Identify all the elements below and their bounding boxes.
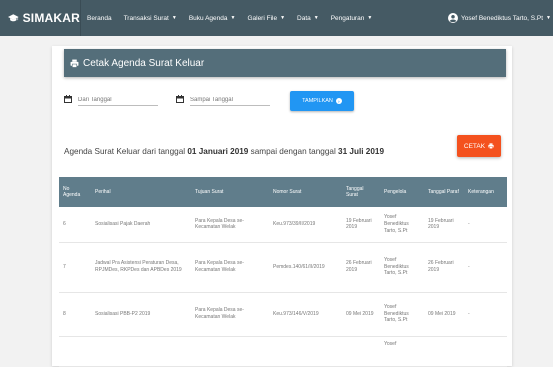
table-cell: 26 Februari 2019 (424, 242, 464, 293)
table-cell: Sosialisasi PBB-P2 2019 (91, 292, 191, 337)
show-button-label: TAMPILKAN (302, 98, 333, 104)
calendar-icon (64, 95, 72, 103)
card-header: Cetak Agenda Surat Keluar (64, 49, 506, 77)
graduation-cap-icon (8, 14, 19, 22)
nav-item-transaksi-surat[interactable]: Transaksi Surat ▼ (124, 15, 177, 22)
print-icon (70, 59, 79, 68)
caret-down-icon: ▼ (171, 15, 177, 21)
user-account-icon (448, 13, 459, 23)
table-row: 6 Sosialisasi Pajak Daerah Para Kepala D… (59, 207, 507, 243)
nav-item-galeri-file[interactable]: Galeri File ▼ (247, 15, 285, 22)
table-cell: 6 (59, 207, 91, 243)
col-header: Nomor Surat (269, 177, 342, 207)
table-cell (191, 336, 269, 367)
table-cell: Para Kepala Desa se-Kecamatan Welak (191, 207, 269, 243)
col-header: No Agenda (59, 177, 91, 207)
calendar-icon (176, 95, 184, 103)
table-cell: 7 (59, 242, 91, 293)
agenda-heading: Agenda Surat Keluar dari tanggal 01 Janu… (64, 147, 384, 156)
nav-menu: Beranda Transaksi Surat ▼ Buku Agenda ▼ Ga… (81, 0, 384, 36)
table-cell: 09 Mei 2019 (342, 292, 380, 337)
table-cell: 19 Februari 2019 (424, 207, 464, 243)
show-button[interactable]: TAMPILKAN › (290, 91, 354, 111)
col-header: Tanggal Paraf (424, 177, 464, 207)
user-name: Yosef Benediktus Tarto, S.Pt (461, 14, 544, 22)
table-cell: 8 (59, 292, 91, 337)
caret-down-icon: ▼ (230, 15, 236, 21)
col-header: Tujuan Surat (191, 177, 269, 207)
print-button-label: CETAK (463, 142, 486, 150)
user-menu[interactable]: Yosef Benediktus Tarto, S.Pt ▼ (448, 0, 551, 36)
table-row: 7 Jadwal Pra Asistensi Peraturan Desa, R… (59, 242, 507, 293)
print-icon (488, 143, 494, 149)
table-cell: Para Kepala Desa se-Kecamatan Welak (191, 242, 269, 293)
table-cell: Keu.973/39/II/2019 (269, 207, 342, 243)
nav-item-data[interactable]: Data ▼ (297, 15, 319, 22)
print-agenda-card: Cetak Agenda Surat Keluar TAMPILKAN › Ag… (52, 46, 512, 367)
table-row: 8 Sosialisasi PBB-P2 2019 Para Kepala De… (59, 292, 507, 337)
nav-item-label: Beranda (87, 14, 112, 22)
col-header: Pengelola (380, 177, 424, 207)
nav-item-label: Pengaturan (330, 14, 365, 22)
from-date-input[interactable] (78, 97, 158, 106)
from-date-group (64, 95, 158, 106)
nav-item-beranda[interactable]: Beranda (87, 15, 112, 22)
table-cell: 19 Februari 2019 (342, 207, 380, 243)
print-button[interactable]: CETAK (457, 135, 501, 157)
table-header-row: No Agenda Perihal Tujuan Surat Nomor Sur… (59, 177, 507, 207)
table-cell: 09 Mei 2019 (424, 292, 464, 337)
table-cell: Keu.973/146/V/2019 (269, 292, 342, 337)
caret-down-icon: ▼ (367, 15, 373, 21)
table-row: Yosef (59, 336, 507, 367)
table-cell (59, 336, 91, 367)
table-cell (269, 336, 342, 367)
nav-item-pengaturan[interactable]: Pengaturan ▼ (331, 15, 373, 22)
table-cell: 26 Februari 2019 (342, 242, 380, 293)
table-cell: Pemdes.140/61/II/2019 (269, 242, 342, 293)
table-cell: - (464, 292, 507, 337)
col-header: Keterangan (464, 177, 507, 207)
brand-link[interactable]: SIMAKAR (0, 11, 80, 25)
table-cell: Sosialisasi Pajak Daerah (91, 207, 191, 243)
table-cell: Yosef Benediktus Tarto, S.Pt (380, 292, 424, 337)
caret-down-icon: ▼ (280, 15, 286, 21)
col-header: Tanggal Surat (342, 177, 380, 207)
col-header: Perihal (91, 177, 191, 207)
table-cell: Jadwal Pra Asistensi Peraturan Desa, RPJ… (91, 242, 191, 293)
table-cell (464, 336, 507, 367)
heading-date-from: 01 Januari 2019 (187, 147, 249, 156)
nav-item-buku-agenda[interactable]: Buku Agenda ▼ (189, 15, 236, 22)
heading-prefix: Agenda Surat Keluar dari tanggal (64, 147, 188, 156)
page-title: Cetak Agenda Surat Keluar (83, 57, 205, 69)
table-cell: Yosef (380, 336, 424, 367)
arrow-circle-icon: › (335, 98, 342, 104)
to-date-group (176, 95, 270, 106)
brand-name: SIMAKAR (22, 11, 80, 25)
heading-date-to: 31 Juli 2019 (338, 147, 385, 156)
to-date-input[interactable] (190, 97, 270, 106)
caret-down-icon: ▼ (313, 15, 319, 21)
table-cell: Yosef Benediktus Tarto, S.Pt (380, 207, 424, 243)
top-navbar: SIMAKAR Beranda Transaksi Surat ▼ Buku Ag… (0, 0, 553, 36)
nav-item-label: Galeri File (247, 14, 278, 22)
nav-item-label: Buku Agenda (188, 14, 228, 22)
nav-item-label: Data (297, 14, 311, 22)
heading-mid: sampai dengan tanggal (248, 147, 339, 156)
table-cell (91, 336, 191, 367)
agenda-table: No Agenda Perihal Tujuan Surat Nomor Sur… (59, 177, 507, 367)
table-cell: - (464, 207, 507, 243)
table-cell: Yosef Benediktus Tarto, S.Pt (380, 242, 424, 293)
nav-item-label: Transaksi Surat (123, 14, 169, 22)
caret-down-icon: ▼ (546, 15, 551, 21)
table-cell: - (464, 242, 507, 293)
table-cell (342, 336, 380, 367)
table-cell (424, 336, 464, 367)
table-cell: Para Kepala Desa se-Kecamatan Welak (191, 292, 269, 337)
